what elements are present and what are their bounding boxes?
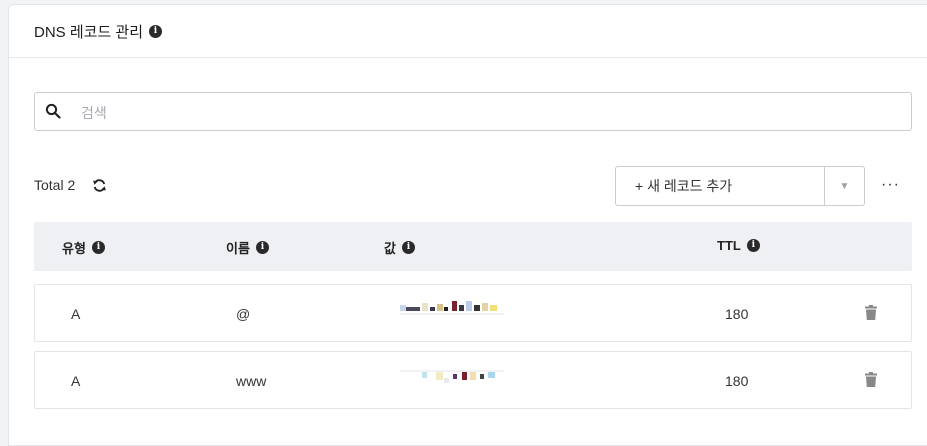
record-ttl: 180: [725, 306, 749, 322]
more-options-button[interactable]: ···: [881, 177, 900, 193]
table-row: A www 180: [34, 351, 912, 409]
record-type: A: [71, 373, 81, 389]
refresh-icon[interactable]: [92, 178, 107, 193]
column-name: 이름 i: [226, 238, 269, 257]
info-icon[interactable]: i: [746, 239, 760, 252]
record-name: @: [236, 306, 251, 322]
add-record-group: + 새 레코드 추가 ▼: [615, 166, 865, 206]
column-name-label: 이름: [226, 241, 250, 256]
search-icon: [45, 103, 61, 124]
add-record-button[interactable]: + 새 레코드 추가: [616, 167, 825, 205]
trash-icon[interactable]: [865, 305, 877, 325]
column-value: 값 i: [384, 238, 415, 257]
column-ttl: TTL i: [717, 238, 760, 253]
add-record-dropdown[interactable]: ▼: [825, 167, 864, 205]
total-label: Total 2: [34, 177, 76, 193]
table-row: A @ 180: [34, 284, 912, 342]
table-header: 유형 i 이름 i 값 i TTL i: [34, 222, 912, 271]
column-type-label: 유형: [62, 241, 86, 256]
column-type: 유형 i: [62, 238, 105, 257]
info-icon[interactable]: i: [149, 25, 163, 38]
page-title: DNS 레코드 관리 i: [34, 21, 163, 42]
column-ttl-label: TTL: [717, 238, 741, 253]
record-type: A: [71, 306, 81, 322]
search-input[interactable]: [79, 93, 883, 132]
record-value-redacted: [400, 370, 504, 384]
info-icon[interactable]: i: [91, 241, 105, 254]
record-ttl: 180: [725, 373, 749, 389]
dns-records-card: DNS 레코드 관리 i Total 2 + 새 레코드 추가 ▼: [8, 4, 927, 446]
info-icon[interactable]: i: [401, 241, 415, 254]
search-box: [34, 92, 912, 132]
page-title-text: DNS 레코드 관리: [34, 24, 144, 41]
caret-down-icon: ▼: [839, 180, 850, 192]
trash-icon[interactable]: [865, 372, 877, 392]
column-value-label: 값: [384, 241, 396, 256]
info-icon[interactable]: i: [255, 241, 269, 254]
total-count: Total 2: [34, 177, 107, 193]
record-name: www: [236, 373, 267, 389]
record-value-redacted: [400, 301, 504, 315]
card-header: DNS 레코드 관리 i: [9, 5, 927, 58]
